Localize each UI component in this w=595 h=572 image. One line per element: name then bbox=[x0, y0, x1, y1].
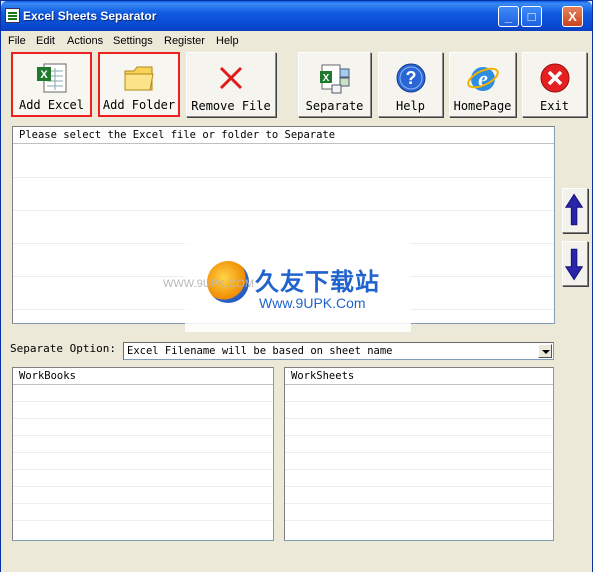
watermark-url: Www.9UPK.Com bbox=[259, 295, 366, 311]
separate-button[interactable]: X Separate bbox=[298, 52, 371, 117]
help-button[interactable]: ? Help bbox=[378, 52, 443, 117]
file-list-header[interactable]: Please select the Excel file or folder t… bbox=[13, 127, 554, 144]
app-icon[interactable] bbox=[5, 8, 20, 23]
arrow-down-icon bbox=[564, 248, 584, 281]
remove-file-button[interactable]: Remove File bbox=[186, 52, 276, 117]
exit-label: Exit bbox=[540, 99, 569, 113]
separate-option-label: Separate Option: bbox=[10, 342, 116, 355]
minimize-icon: _ bbox=[504, 9, 513, 24]
maximize-icon: □ bbox=[527, 9, 536, 24]
close-button[interactable]: X bbox=[562, 6, 583, 27]
menu-edit[interactable]: Edit bbox=[36, 35, 55, 47]
folder-icon bbox=[124, 66, 154, 91]
minimize-button[interactable]: _ bbox=[498, 6, 519, 27]
exit-button[interactable]: Exit bbox=[522, 52, 587, 117]
menu-actions[interactable]: Actions bbox=[67, 35, 103, 47]
add-excel-button[interactable]: X Add Excel bbox=[11, 52, 92, 117]
worksheets-header[interactable]: WorkSheets bbox=[285, 368, 553, 385]
svg-text:X: X bbox=[322, 73, 329, 84]
menu-settings[interactable]: Settings bbox=[113, 35, 153, 47]
watermark-small-url: WWW.9UPK.COM bbox=[163, 278, 255, 290]
add-folder-label: Add Folder bbox=[102, 98, 176, 112]
worksheets-list[interactable]: WorkSheets bbox=[284, 367, 554, 541]
workbooks-header[interactable]: WorkBooks bbox=[13, 368, 273, 385]
help-question-icon: ? bbox=[396, 63, 425, 93]
app-window: Excel Sheets Separator _ □ X File Edit A… bbox=[0, 0, 593, 572]
menu-bar: File Edit Actions Settings Register Help bbox=[1, 32, 592, 51]
internet-explorer-icon: e bbox=[466, 66, 499, 91]
homepage-button[interactable]: e HomePage bbox=[449, 52, 516, 117]
separate-label: Separate bbox=[305, 99, 364, 113]
title-bar[interactable]: Excel Sheets Separator _ □ X bbox=[1, 1, 592, 31]
separate-option-value: Excel Filename will be based on sheet na… bbox=[127, 345, 393, 357]
help-label: Help bbox=[396, 99, 425, 113]
separate-option-select[interactable]: Excel Filename will be based on sheet na… bbox=[123, 342, 554, 360]
svg-text:?: ? bbox=[405, 68, 416, 88]
worksheets-header-text: WorkSheets bbox=[291, 370, 355, 382]
red-x-icon bbox=[219, 66, 243, 90]
close-icon: X bbox=[568, 9, 577, 24]
window-title: Excel Sheets Separator bbox=[23, 9, 157, 23]
arrow-up-icon bbox=[564, 193, 584, 226]
menu-register[interactable]: Register bbox=[164, 35, 205, 47]
homepage-label: HomePage bbox=[453, 99, 512, 113]
menu-file[interactable]: File bbox=[8, 35, 26, 47]
excel-file-icon: X bbox=[36, 63, 66, 93]
chevron-down-icon[interactable] bbox=[538, 344, 552, 358]
add-folder-button[interactable]: Add Folder bbox=[98, 52, 180, 117]
file-list-header-text: Please select the Excel file or folder t… bbox=[19, 129, 336, 141]
move-down-button[interactable] bbox=[562, 241, 588, 286]
move-up-button[interactable] bbox=[562, 188, 588, 233]
add-excel-label: Add Excel bbox=[18, 98, 85, 112]
remove-file-label: Remove File bbox=[191, 99, 271, 113]
workbooks-header-text: WorkBooks bbox=[19, 370, 76, 382]
svg-text:X: X bbox=[40, 69, 48, 81]
excel-separate-icon: X bbox=[319, 64, 349, 94]
maximize-button[interactable]: □ bbox=[521, 6, 542, 27]
workbooks-list[interactable]: WorkBooks bbox=[12, 367, 274, 541]
watermark-brand: 久友下载站 bbox=[255, 268, 380, 296]
menu-help[interactable]: Help bbox=[216, 35, 239, 47]
exit-icon bbox=[540, 63, 569, 93]
